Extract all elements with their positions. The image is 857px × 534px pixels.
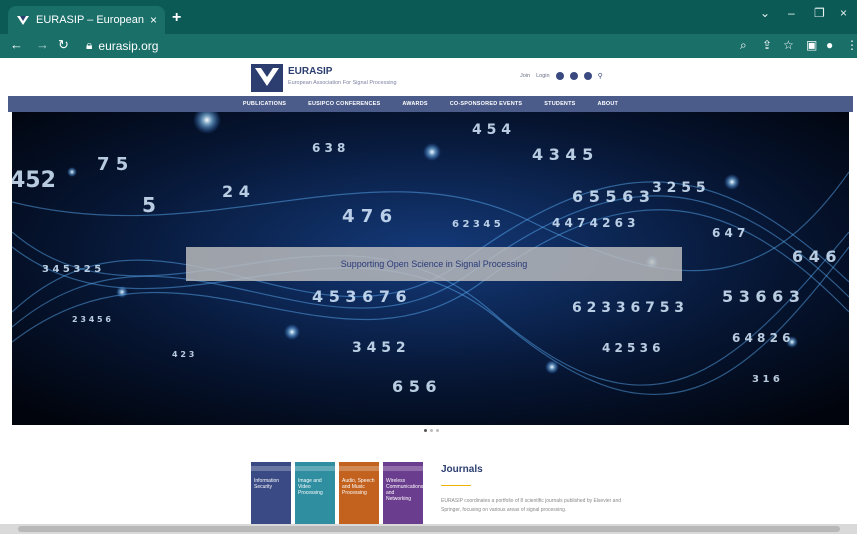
close-window-button[interactable]: × — [840, 6, 847, 20]
web-page: EURASIP European Association For Signal … — [8, 58, 853, 528]
site-tagline: European Association For Signal Processi… — [288, 80, 397, 86]
cover-stripe — [383, 466, 423, 471]
url-text: eurasip.org — [98, 38, 159, 53]
svg-text:6 4 6: 6 4 6 — [792, 247, 837, 266]
minimize-button[interactable]: – — [788, 6, 795, 20]
share-icon[interactable]: ⇪ — [762, 38, 772, 52]
youtube-icon[interactable] — [569, 72, 578, 80]
svg-text:452: 452 — [12, 168, 56, 193]
search-icon[interactable]: ⚲ — [598, 72, 603, 80]
main-navigation: PUBLICATIONS EUSIPCO CONFERENCES AWARDS … — [8, 96, 853, 112]
svg-text:3 2 5 5: 3 2 5 5 — [652, 180, 706, 196]
eurasip-favicon-icon — [16, 14, 30, 26]
svg-text:3 4 5 2: 3 4 5 2 — [352, 340, 406, 356]
back-arrow-icon[interactable]: ← — [10, 37, 23, 52]
maximize-button[interactable]: ❐ — [814, 6, 825, 20]
svg-text:6 5 5 6 3: 6 5 5 6 3 — [572, 187, 650, 206]
svg-text:4 2 3: 4 2 3 — [172, 350, 194, 359]
svg-text:6 2 3 3 6 7 5 3: 6 2 3 3 6 7 5 3 — [572, 300, 684, 316]
hero-banner-text: Supporting Open Science in Signal Proces… — [340, 259, 528, 269]
reload-icon[interactable]: ↻ — [58, 37, 69, 53]
browser-tab-bar: EURASIP – European Association × + ⌄ – ❐… — [0, 0, 857, 34]
slider-dot[interactable] — [424, 429, 427, 432]
site-name[interactable]: EURASIP — [288, 66, 332, 77]
tab-search-icon[interactable]: ⌄ — [760, 6, 770, 20]
svg-text:5 3 6 6 3: 5 3 6 6 3 — [722, 287, 800, 306]
journal-cover[interactable]: Information Security — [251, 462, 291, 526]
svg-text:2 4: 2 4 — [222, 182, 250, 201]
nav-publications[interactable]: PUBLICATIONS — [243, 101, 286, 107]
tab-close-icon[interactable]: × — [150, 13, 157, 27]
new-tab-button[interactable]: + — [172, 9, 181, 27]
forward-arrow-icon[interactable]: → — [36, 37, 49, 52]
svg-text:5: 5 — [142, 193, 156, 217]
nav-students[interactable]: STUDENTS — [544, 101, 575, 107]
hero-slider[interactable]: 452 7 5 5 2 4 6 3 8 4 5 4 4 3 4 5 6 5 5 … — [12, 112, 849, 425]
sidepanel-icon[interactable]: ▣ — [806, 38, 817, 52]
join-link[interactable]: Join — [520, 73, 530, 79]
svg-text:4 4 7 4 2 6 3: 4 4 7 4 2 6 3 — [552, 216, 636, 230]
slider-dots — [424, 429, 439, 432]
svg-text:2 3 4 5 6: 2 3 4 5 6 — [72, 315, 111, 324]
svg-text:4 5 3 6 7 6: 4 5 3 6 7 6 — [312, 287, 407, 306]
cover-stripe — [251, 466, 291, 471]
slider-dot[interactable] — [436, 429, 439, 432]
journals-heading: Journals — [441, 464, 483, 475]
svg-text:4 2 5 3 6: 4 2 5 3 6 — [602, 341, 660, 355]
header-links: Join Login ⚲ — [520, 72, 603, 80]
hero-banner: Supporting Open Science in Signal Proces… — [186, 247, 682, 281]
svg-text:6 4 8 2 6: 6 4 8 2 6 — [732, 331, 790, 345]
slider-dot[interactable] — [430, 429, 433, 432]
journal-cover-title: Audio, Speech and Music Processing — [342, 478, 375, 496]
cover-stripe — [339, 466, 379, 471]
nav-about[interactable]: ABOUT — [598, 101, 619, 107]
svg-text:6 4 7: 6 4 7 — [712, 226, 745, 240]
journal-cover-title: Information Security — [254, 478, 280, 490]
linkedin-icon[interactable] — [583, 72, 592, 80]
journal-cover-title: Wireless Communications and Networking — [386, 478, 424, 502]
heading-underline — [441, 485, 471, 486]
journals-description: EURASIP coordinates a portfolio of 8 sci… — [441, 498, 622, 513]
twitter-icon[interactable] — [555, 72, 564, 80]
svg-text:3 1 6: 3 1 6 — [752, 374, 780, 385]
cover-stripe — [295, 466, 335, 471]
url-field[interactable]: 🔒︎ eurasip.org — [86, 38, 158, 53]
nav-eusipco-conferences[interactable]: EUSIPCO CONFERENCES — [308, 101, 380, 107]
svg-text:6 5 6: 6 5 6 — [392, 377, 437, 396]
svg-text:6 3 8: 6 3 8 — [312, 141, 345, 155]
svg-text:4 5 4: 4 5 4 — [472, 122, 511, 138]
zoom-icon[interactable]: ⌕ — [740, 38, 747, 53]
svg-text:7 5: 7 5 — [97, 154, 128, 175]
nav-awards[interactable]: AWARDS — [402, 101, 427, 107]
nav-co-sponsored-events[interactable]: CO-SPONSORED EVENTS — [450, 101, 523, 107]
journal-covers: Information Security Image and Video Pro… — [251, 462, 423, 526]
eurasip-logo[interactable] — [251, 64, 283, 92]
lock-icon: 🔒︎ — [86, 38, 93, 52]
svg-text:3 4 5 3 2 5: 3 4 5 3 2 5 — [42, 264, 101, 275]
scrollbar-thumb[interactable] — [18, 526, 840, 532]
tab-title: EURASIP – European Association — [36, 14, 144, 26]
journal-cover[interactable]: Audio, Speech and Music Processing — [339, 462, 379, 526]
profile-icon[interactable]: ● — [826, 38, 833, 52]
journal-cover[interactable]: Image and Video Processing — [295, 462, 335, 526]
menu-dots-icon[interactable]: ⋮ — [846, 38, 857, 52]
bookmark-star-icon[interactable]: ☆ — [783, 38, 794, 52]
journal-cover-title: Image and Video Processing — [298, 478, 323, 496]
browser-tab[interactable]: EURASIP – European Association × — [8, 6, 165, 34]
login-link[interactable]: Login — [536, 73, 549, 79]
site-header: EURASIP European Association For Signal … — [8, 58, 853, 96]
journal-cover[interactable]: Wireless Communications and Networking — [383, 462, 423, 526]
svg-text:4 7 6: 4 7 6 — [342, 206, 392, 227]
svg-text:6 2 3 4 5: 6 2 3 4 5 — [452, 219, 501, 230]
svg-text:4 3 4 5: 4 3 4 5 — [532, 145, 593, 164]
